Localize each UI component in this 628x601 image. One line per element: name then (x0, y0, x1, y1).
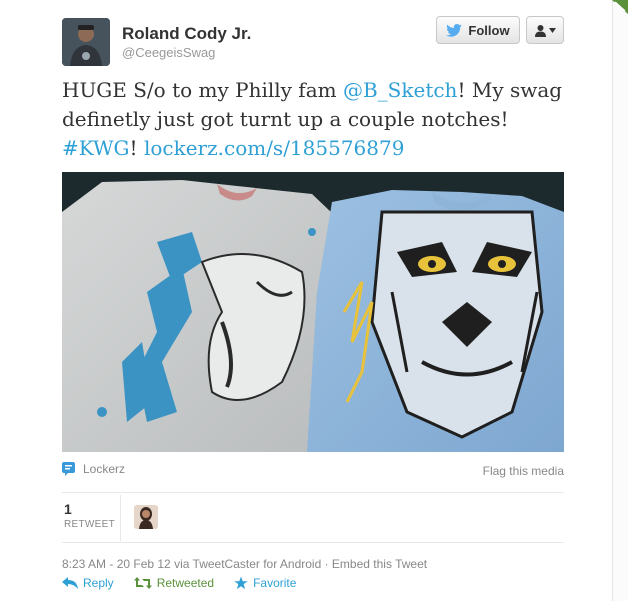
avatar-image (62, 18, 110, 66)
author-handle[interactable]: @CeegeisSwag (122, 45, 215, 60)
stats-divider (120, 495, 121, 541)
author-avatar[interactable] (62, 18, 110, 66)
follow-button[interactable]: Follow (436, 16, 520, 44)
star-icon (234, 576, 248, 590)
tweet-text-part: ! (129, 136, 144, 160)
reply-label: Reply (83, 576, 114, 590)
tweet-text-part: HUGE S/o to my Philly fam (62, 78, 343, 102)
scroll-edge (612, 0, 628, 601)
corner-fold-icon (612, 0, 628, 14)
lockerz-icon (62, 462, 75, 476)
divider (62, 542, 564, 543)
user-icon (535, 24, 546, 37)
tweet-timestamp[interactable]: 8:23 AM - 20 Feb 12 via TweetCaster for … (62, 557, 427, 571)
photo-of-sweatshirts (62, 172, 564, 452)
divider (62, 492, 564, 493)
reply-button[interactable]: Reply (62, 576, 114, 590)
tweet-text: HUGE S/o to my Philly fam @B_Sketch! My … (62, 76, 572, 163)
reply-icon (62, 577, 78, 589)
caret-down-icon (549, 27, 556, 33)
retweet-icon (133, 577, 152, 589)
retweet-count[interactable]: 1 (64, 501, 72, 517)
favorite-button[interactable]: Favorite (234, 576, 296, 590)
media-source-label: Lockerz (83, 462, 126, 476)
url-link[interactable]: lockerz.com/s/185576879 (144, 136, 405, 160)
media-photo[interactable] (62, 172, 564, 452)
retweeter-avatar[interactable] (134, 505, 158, 529)
retweet-label: RETWEET (64, 519, 115, 530)
twitter-bird-icon (446, 23, 463, 37)
retweeted-label: Retweeted (156, 576, 215, 590)
tweet-card: Roland Cody Jr. @CeegeisSwag Follow HUGE… (0, 0, 628, 601)
author-name[interactable]: Roland Cody Jr. (122, 24, 251, 44)
follow-label: Follow (468, 22, 510, 38)
tweet-stats: 1 RETWEET (62, 495, 564, 541)
media-meta: Lockerz Flag this media (62, 460, 564, 482)
favorite-label: Favorite (253, 576, 297, 590)
media-source[interactable]: Lockerz (62, 462, 125, 476)
retweeter-avatar-image (134, 505, 158, 529)
mention-link[interactable]: @B_Sketch (343, 78, 457, 102)
hashtag-link[interactable]: #KWG (62, 136, 130, 160)
flag-media-link[interactable]: Flag this media (483, 464, 564, 478)
tweet-actions: Reply Retweeted Favorite (62, 576, 296, 590)
user-actions-button[interactable] (526, 16, 564, 44)
retweet-button[interactable]: Retweeted (133, 576, 215, 590)
